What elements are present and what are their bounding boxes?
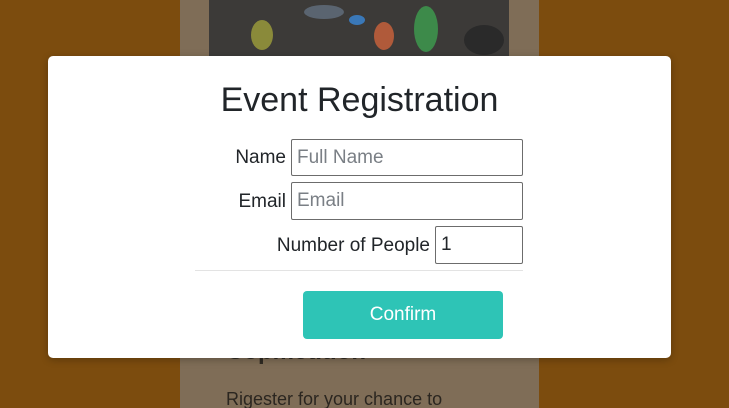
modal-title: Event Registration — [220, 81, 499, 119]
modal-divider — [195, 270, 523, 271]
name-input[interactable] — [291, 139, 523, 176]
background-card-image — [209, 0, 509, 58]
email-label: Email — [238, 191, 286, 212]
confirm-button[interactable]: Confirm — [303, 291, 503, 339]
people-count-input[interactable] — [435, 226, 523, 264]
name-label: Name — [235, 147, 286, 168]
background-card-text: Rigester for your chance to — [226, 389, 443, 408]
people-label: Number of People — [276, 235, 430, 256]
email-input[interactable] — [291, 182, 523, 220]
